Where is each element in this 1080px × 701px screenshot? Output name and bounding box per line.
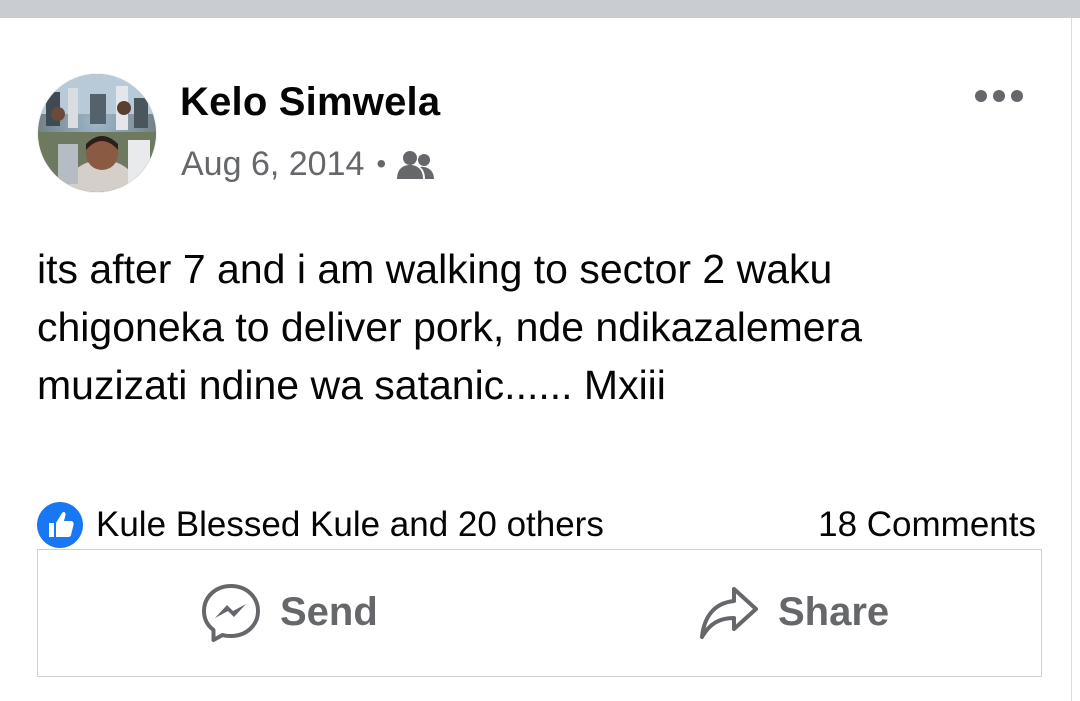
post-meta: Aug 6, 2014 • [181, 144, 436, 184]
like-reaction-icon [37, 502, 83, 548]
post-card: Kelo Simwela Aug 6, 2014 • its after 7 a… [0, 18, 1072, 701]
share-arrow-icon [700, 586, 758, 639]
send-label: Send [280, 590, 378, 634]
share-button[interactable]: Share [698, 550, 889, 675]
friends-icon [397, 151, 435, 179]
author-name[interactable]: Kelo Simwela [180, 80, 440, 125]
post-body-text: its after 7 and i am walking to sector 2… [37, 246, 863, 408]
avatar-photo [38, 74, 156, 192]
send-button[interactable]: Send [200, 550, 378, 675]
post-date[interactable]: Aug 6, 2014 [181, 145, 364, 184]
messenger-icon [202, 583, 260, 642]
meta-separator: • [376, 148, 387, 179]
more-options-icon[interactable] [972, 86, 1026, 106]
post-actions-bar: Send Share [37, 549, 1042, 677]
reactions-text: Kule Blessed Kule and 20 others [96, 505, 604, 544]
status-bar-strip [0, 0, 1080, 18]
author-avatar[interactable] [38, 74, 156, 192]
reactions-summary[interactable]: Kule Blessed Kule and 20 others [36, 502, 604, 548]
share-label: Share [778, 590, 890, 634]
comments-count[interactable]: 18 Comments [818, 503, 1036, 547]
